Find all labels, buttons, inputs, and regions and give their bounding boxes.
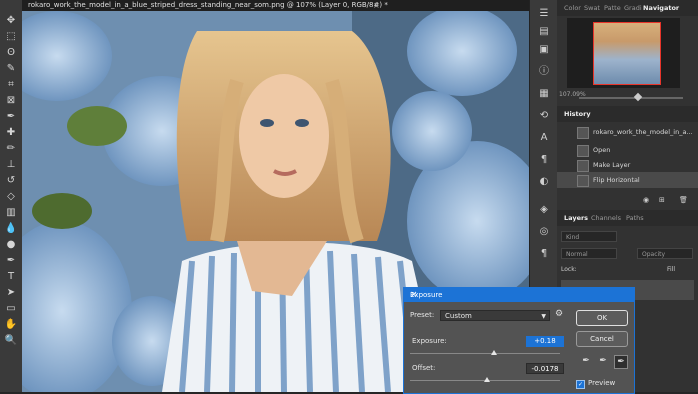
tab-channels[interactable]: Channels xyxy=(591,210,621,226)
healing-brush-tool[interactable]: ✚ xyxy=(3,126,19,140)
gear-icon[interactable]: ⚙ xyxy=(555,309,563,319)
dodge-tool[interactable]: ● xyxy=(3,238,19,252)
document-tab-bar: rokaro_work_the_model_in_a_blue_striped_… xyxy=(22,0,529,11)
chevron-down-icon: ▼ xyxy=(541,313,546,320)
ok-button[interactable]: OK xyxy=(576,310,628,326)
zoom-slider-knob[interactable] xyxy=(633,92,643,102)
move-tool[interactable]: ✥ xyxy=(3,14,19,28)
offset-slider-knob[interactable] xyxy=(484,377,490,382)
libraries-icon[interactable]: ▣ xyxy=(538,44,550,56)
black-eyedropper-icon[interactable]: ✒ xyxy=(580,355,592,367)
close-icon[interactable]: × xyxy=(410,288,629,302)
pen-tool[interactable]: ✒ xyxy=(3,254,19,268)
new-snapshot-icon[interactable]: ◉ xyxy=(643,196,649,204)
white-eyedropper-icon[interactable]: ✒ xyxy=(614,355,628,369)
lock-label: Lock: xyxy=(561,266,577,273)
character-icon[interactable]: A xyxy=(538,132,550,144)
history-snapshot[interactable]: rokaro_work_the_model_in_a... xyxy=(557,124,698,140)
offset-slider[interactable] xyxy=(410,377,560,382)
document-tab[interactable]: rokaro_work_the_model_in_a_blue_striped_… xyxy=(28,0,388,11)
opacity-field[interactable]: Opacity xyxy=(637,248,693,259)
layers-icon[interactable]: ◈ xyxy=(538,204,550,216)
gradient-tool[interactable]: ▥ xyxy=(3,206,19,220)
quick-select-tool[interactable]: ✎ xyxy=(3,62,19,76)
tab-layers[interactable]: Layers xyxy=(564,210,588,226)
swatch-icon[interactable]: ▦ xyxy=(538,88,550,100)
tab-patterns[interactable]: Patte xyxy=(604,0,621,16)
tools-toolbar: ✥ ⬚ ʘ ✎ ⌗ ⊠ ✒ ✚ ✏ ⊥ ↺ ◇ ▥ 💧 ● ✒ T ➤ ▭ ✋ 🔍 xyxy=(0,0,23,392)
gray-eyedropper-icon[interactable]: ✒ xyxy=(597,355,609,367)
preset-label: Preset: xyxy=(410,311,435,319)
cancel-button[interactable]: Cancel xyxy=(576,331,628,347)
preview-label: Preview xyxy=(588,379,616,387)
exposure-slider-knob[interactable] xyxy=(491,350,497,355)
history-icon[interactable]: ⟲ xyxy=(538,110,550,122)
channels-icon[interactable]: ◎ xyxy=(538,226,550,238)
history-item-open[interactable]: Open xyxy=(557,142,698,158)
exposure-dialog: Exposure × Preset: Custom ▼ ⚙ Exposure: … xyxy=(403,287,635,394)
clone-stamp-tool[interactable]: ⊥ xyxy=(3,158,19,172)
delete-icon[interactable]: 🗑 xyxy=(679,196,688,204)
blur-tool[interactable]: 💧 xyxy=(3,222,19,236)
tab-navigator[interactable]: Navigator xyxy=(643,0,679,16)
history-step-icon xyxy=(577,160,589,172)
exposure-label: Exposure: xyxy=(412,337,447,345)
marquee-tool[interactable]: ⬚ xyxy=(3,30,19,44)
hand-tool[interactable]: ✋ xyxy=(3,318,19,332)
layer-filter-kind[interactable]: Kind xyxy=(561,231,617,242)
tab-color[interactable]: Color xyxy=(564,0,581,16)
history-item-make-layer[interactable]: Make Layer xyxy=(557,157,698,173)
info-icon[interactable]: ⓘ xyxy=(538,66,550,78)
fill-label: Fill xyxy=(667,266,676,273)
preset-select[interactable]: Custom ▼ xyxy=(440,310,550,321)
tab-history[interactable]: History xyxy=(564,106,591,122)
layers-tabs: Layers Channels Paths xyxy=(557,210,698,226)
snapshot-thumbnail xyxy=(577,127,589,139)
offset-label: Offset: xyxy=(412,364,436,372)
brush-tool[interactable]: ✏ xyxy=(3,142,19,156)
frame-tool[interactable]: ⊠ xyxy=(3,94,19,108)
brush-presets-icon[interactable]: ◐ xyxy=(538,176,550,188)
crop-tool[interactable]: ⌗ xyxy=(3,78,19,92)
history-item-flip-horizontal[interactable]: Flip Horizontal xyxy=(557,172,698,188)
navigator-preview[interactable] xyxy=(567,18,680,88)
lasso-tool[interactable]: ʘ xyxy=(3,46,19,60)
history-tabs: History xyxy=(557,106,698,122)
close-document-icon[interactable]: × xyxy=(373,0,380,11)
path-select-tool[interactable]: ➤ xyxy=(3,286,19,300)
dialog-titlebar[interactable]: Exposure × xyxy=(404,288,634,302)
eyedropper-tool[interactable]: ✒ xyxy=(3,110,19,124)
exposure-field[interactable]: +0.18 xyxy=(526,336,564,347)
rectangle-tool[interactable]: ▭ xyxy=(3,302,19,316)
zoom-slider[interactable] xyxy=(579,92,683,102)
paragraph-icon[interactable]: ¶ xyxy=(538,154,550,166)
history-brush-tool[interactable]: ↺ xyxy=(3,174,19,188)
tab-paths[interactable]: Paths xyxy=(626,210,644,226)
navigator-view-box[interactable] xyxy=(593,22,661,85)
new-document-icon[interactable]: ⊞ xyxy=(659,196,665,204)
preview-checkbox[interactable]: ✓ xyxy=(576,380,585,389)
type-tool[interactable]: T xyxy=(3,270,19,284)
history-step-icon xyxy=(577,145,589,157)
zoom-tool[interactable]: 🔍 xyxy=(3,334,19,348)
paragraph-styles-icon[interactable]: ¶ xyxy=(538,248,550,260)
properties-icon[interactable]: ▤ xyxy=(538,26,550,38)
history-step-icon xyxy=(577,175,589,187)
tab-gradients[interactable]: Gradi xyxy=(624,0,642,16)
offset-field[interactable]: -0.0178 xyxy=(526,363,564,374)
blend-mode-select[interactable]: Normal xyxy=(561,248,617,259)
tab-swatches[interactable]: Swat xyxy=(584,0,600,16)
adjust-icon[interactable]: ☰ xyxy=(538,8,550,20)
eraser-tool[interactable]: ◇ xyxy=(3,190,19,204)
navigator-tabs: Color Swat Patte Gradi Navigator xyxy=(557,0,698,16)
exposure-slider[interactable] xyxy=(410,350,560,355)
